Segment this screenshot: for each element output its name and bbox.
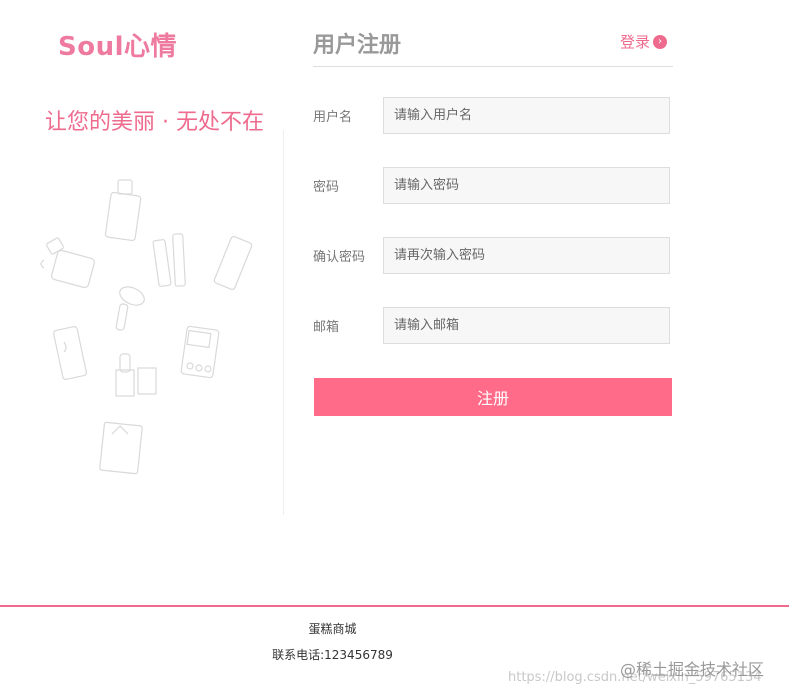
username-row: 用户名 [313,97,673,134]
bottle-icon [104,179,142,242]
email-label: 邮箱 [313,320,340,335]
mascara-icon [152,233,186,287]
password-input[interactable] [383,167,670,204]
username-label: 用户名 [313,110,353,125]
login-link[interactable]: 登录 › [620,31,668,52]
watermark-community: @稀土掘金技术社区 [620,660,765,679]
palette-icon [180,325,220,379]
email-input[interactable] [383,307,670,344]
password-row: 密码 [313,167,673,204]
username-input[interactable] [383,97,670,134]
password-label: 密码 [313,180,340,195]
cosmetics-illustration [40,179,253,475]
email-row: 邮箱 [313,307,673,344]
brush-icon [115,286,145,331]
register-button[interactable]: 注册 [314,378,672,416]
page-title: 用户注册 [313,33,402,58]
brand-slogan: 让您的美丽 · 无处不在 [45,110,264,135]
perfume-icon [40,237,95,289]
arrow-right-icon: › [653,34,668,49]
tube-icon [213,236,253,290]
login-link-label: 登录 [620,33,651,51]
lipstick-icon [115,353,157,397]
confirm-password-label: 确认密码 [313,250,366,265]
footer-divider [0,605,789,607]
title-divider [313,66,673,67]
confirm-password-input[interactable] [383,237,670,274]
footer-phone: 联系电话:123456789 [272,648,393,662]
compact-icon [99,421,143,475]
brand-logo: Soul心情 [58,32,178,62]
lotion-icon [53,326,87,380]
footer-shop-name: 蛋糕商城 [308,622,357,636]
vertical-divider [283,130,284,515]
confirm-password-row: 确认密码 [313,237,673,274]
